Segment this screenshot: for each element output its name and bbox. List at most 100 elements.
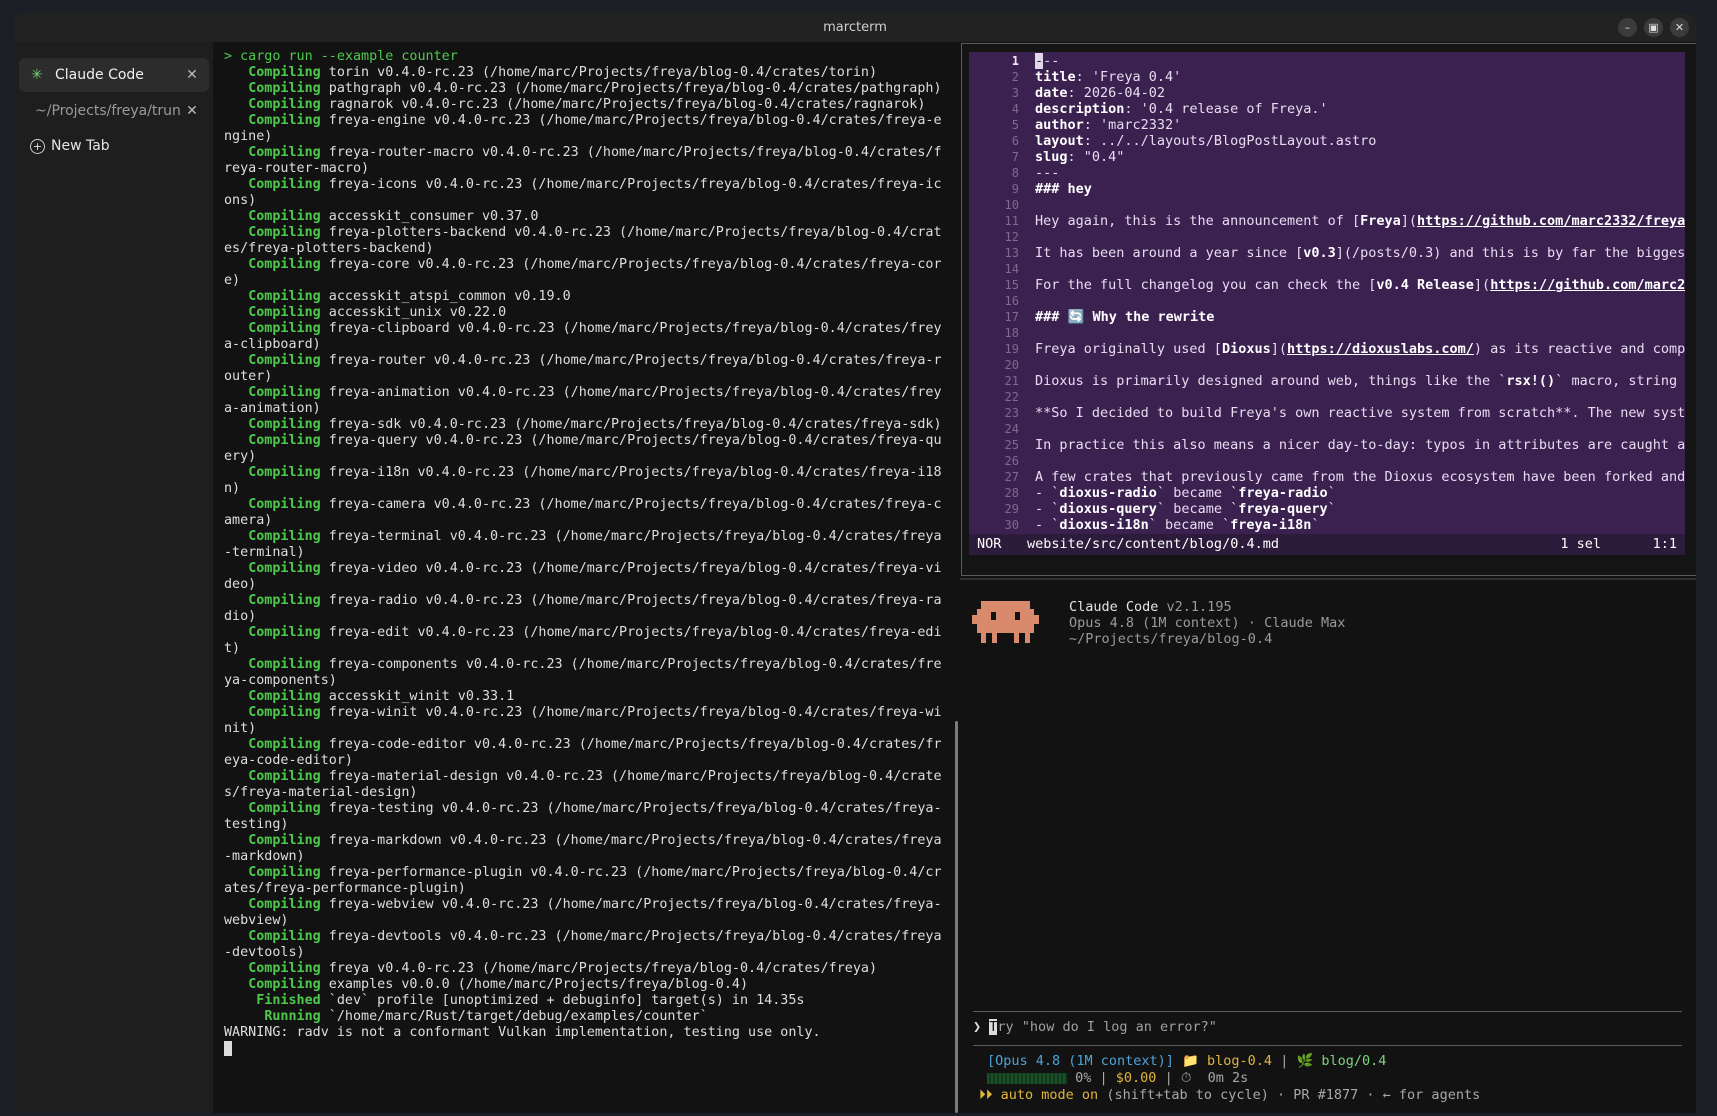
code-line: Dioxus is primarily designed around web,… [1035,373,1678,389]
terminal-line: Compiling freya v0.4.0-rc.23 (/home/marc… [248,961,878,976]
auto-mode-label: auto mode on [1000,1087,1099,1103]
code-line: ### 🔄 Why the rewrite [1035,309,1215,325]
line-number: 13 [1004,246,1019,260]
line-number: 27 [1004,470,1019,484]
line-number: 28 [1004,486,1019,500]
auto-mode-hint: (shift+tab to cycle) · PR #1877 · ← for … [1106,1087,1481,1103]
new-tab-label: New Tab [51,138,110,154]
code-line: layout: ../../layouts/BlogPostLayout.ast… [1035,133,1377,149]
terminal-line: Compiling freya-terminal v0.4.0-rc.23 (/… [224,529,942,560]
cursor-position: 1:1 [1652,536,1677,552]
app-version: v2.1.195 [1166,599,1232,615]
new-tab-button[interactable]: + New Tab [30,138,110,154]
prompt-input[interactable]: ❯ Try "how do I log an error?" [973,1019,1217,1035]
editor-status-bar: NOR website/src/content/blog/0.4.md 1 se… [969,534,1685,555]
scrollbar[interactable] [955,721,958,1113]
terminal-line: Compiling freya-plotters-backend v0.4.0-… [224,225,942,256]
code-line: - `dioxus-query` became `freya-query` [1035,501,1336,517]
terminal-line: Compiling examples v0.0.0 (/home/marc/Pr… [248,977,749,992]
close-icon[interactable]: ✕ [1670,18,1689,37]
code-line: For the full changelog you can check the… [1035,277,1685,293]
prompt-placeholder: ry "how do I log an error?" [997,1019,1217,1035]
pane-divider[interactable] [960,578,1696,580]
terminal-window: marcterm – ▣ ✕ ✳ Claude Code ✕ ~/Project… [14,13,1696,1113]
terminal-line: Compiling freya-radio v0.4.0-rc.23 (/hom… [224,593,942,624]
line-number: 18 [1004,326,1019,340]
code-editor[interactable]: 1 --- 2 title: 'Freya 0.4' 3 date: 2026-04-02… [969,52,1685,555]
claude-code-pane[interactable]: Claude Code v2.1.195 Opus 4.8 (1M contex… [961,581,1696,1113]
window-title: marcterm [823,20,887,35]
line-number: 26 [1004,454,1019,468]
tab-close-icon[interactable]: ✕ [181,67,203,83]
line-number: 15 [1004,278,1019,292]
selection-count: 1 sel [1560,536,1601,552]
terminal-line: Running `/home/marc/Rust/target/debug/ex… [264,1009,708,1024]
line-number: 17 [1004,310,1019,324]
tab-label: ~/Projects/freya/trunk [35,103,181,119]
tab-projects-trunk[interactable]: ~/Projects/freya/trunk ✕ [19,94,209,128]
line-number: 1 [1011,54,1019,68]
working-directory: ~/Projects/freya/blog-0.4 [1069,631,1273,647]
terminal-line: Compiling freya-camera v0.4.0-rc.23 (/ho… [224,497,942,528]
terminal-line: Compiling freya-icons v0.4.0-rc.23 (/hom… [224,177,942,208]
terminal-line: Compiling freya-material-design v0.4.0-r… [224,769,942,800]
sidebar: ✳ Claude Code ✕ ~/Projects/freya/trunk ✕… [14,42,213,1113]
code-line: Freya originally used [Dioxus](https://d… [1035,341,1685,357]
editor-lines: 1 --- 2 title: 'Freya 0.4' 3 date: 2026-04-02… [969,52,1685,534]
editor-pane[interactable]: 1 --- 2 title: 'Freya 0.4' 3 date: 2026-04-02… [961,43,1696,576]
line-number: 8 [1011,166,1019,180]
status-branch: 🌿 blog/0.4 [1296,1053,1387,1069]
terminal-line: Compiling accesskit_atspi_common v0.19.0 [248,289,571,304]
line-number: 9 [1011,182,1019,196]
tab-claude-code[interactable]: ✳ Claude Code ✕ [19,58,209,92]
terminal-line: Compiling freya-router-macro v0.4.0-rc.2… [224,145,942,176]
tab-close-icon[interactable]: ✕ [181,103,203,119]
terminal-line: Compiling freya-code-editor v0.4.0-rc.23… [224,737,942,768]
cargo-terminal-pane[interactable]: > cargo run --example counter Compiling … [216,42,960,1113]
terminal-line: Compiling freya-router v0.4.0-rc.23 (/ho… [224,353,942,384]
line-number: 4 [1011,102,1019,116]
terminal-line: Compiling freya-edit v0.4.0-rc.23 (/home… [224,625,942,656]
tab-label: Claude Code [55,67,144,83]
prompt-bottom-rule [973,1045,1682,1046]
line-number: 7 [1011,150,1019,164]
terminal-line: Compiling torin v0.4.0-rc.23 (/home/marc… [248,65,878,80]
code-line: It has been around a year since [v0.3](/… [1035,245,1685,261]
code-line: **So I decided to build Freya's own reac… [1035,405,1685,421]
terminal-line: Compiling accesskit_consumer v0.37.0 [248,209,539,224]
mode-indicator: NOR [977,536,1002,552]
code-line: - `dioxus-radio` became `freya-radio` [1035,485,1336,501]
prompt-chevron-icon: ❯ [973,1019,982,1035]
terminal-line [224,1041,946,1057]
maximize-icon[interactable]: ▣ [1644,18,1663,37]
code-line: In practice this also means a nicer day-… [1035,437,1685,453]
terminal-line: Compiling freya-i18n v0.4.0-rc.23 (/home… [224,465,942,496]
line-number: 2 [1011,70,1019,84]
terminal-line: Compiling freya-winit v0.4.0-rc.23 (/hom… [224,705,942,736]
code-line: --- [1035,165,1060,181]
auto-mode-line[interactable]: ⏵⏵ auto mode on (shift+tab to cycle) · P… [979,1087,1480,1103]
model-info: Opus 4.8 (1M context) · Claude Max [1069,615,1346,631]
terminal-line: Compiling freya-video v0.4.0-rc.23 (/hom… [224,561,942,592]
line-number: 20 [1004,358,1019,372]
status-line: [Opus 4.8 (1M context)] 📁 blog-0.4 | 🌿 b… [987,1053,1386,1069]
terminal-line: Compiling freya-sdk v0.4.0-rc.23 (/home/… [248,417,942,432]
code-line: date: 2026-04-02 [1035,85,1166,101]
line-number: 29 [1004,502,1019,516]
claude-header: Claude Code v2.1.195 Opus 4.8 (1M contex… [1069,599,1345,647]
line-number: 6 [1011,134,1019,148]
code-line: Hey again, this is the announcement of [… [1035,213,1685,229]
code-line: --- [1035,53,1060,69]
terminal-output: > cargo run --example counter Compiling … [224,49,946,1057]
terminal-line: Compiling freya-clipboard v0.4.0-rc.23 (… [224,321,942,352]
terminal-line: Compiling freya-devtools v0.4.0-rc.23 (/… [224,929,942,960]
code-line: A few crates that previously came from t… [1035,469,1685,485]
terminal-line: Compiling freya-query v0.4.0-rc.23 (/hom… [224,433,942,464]
code-line: description: '0.4 release of Freya.' [1035,101,1328,117]
minimize-icon[interactable]: – [1618,18,1637,37]
